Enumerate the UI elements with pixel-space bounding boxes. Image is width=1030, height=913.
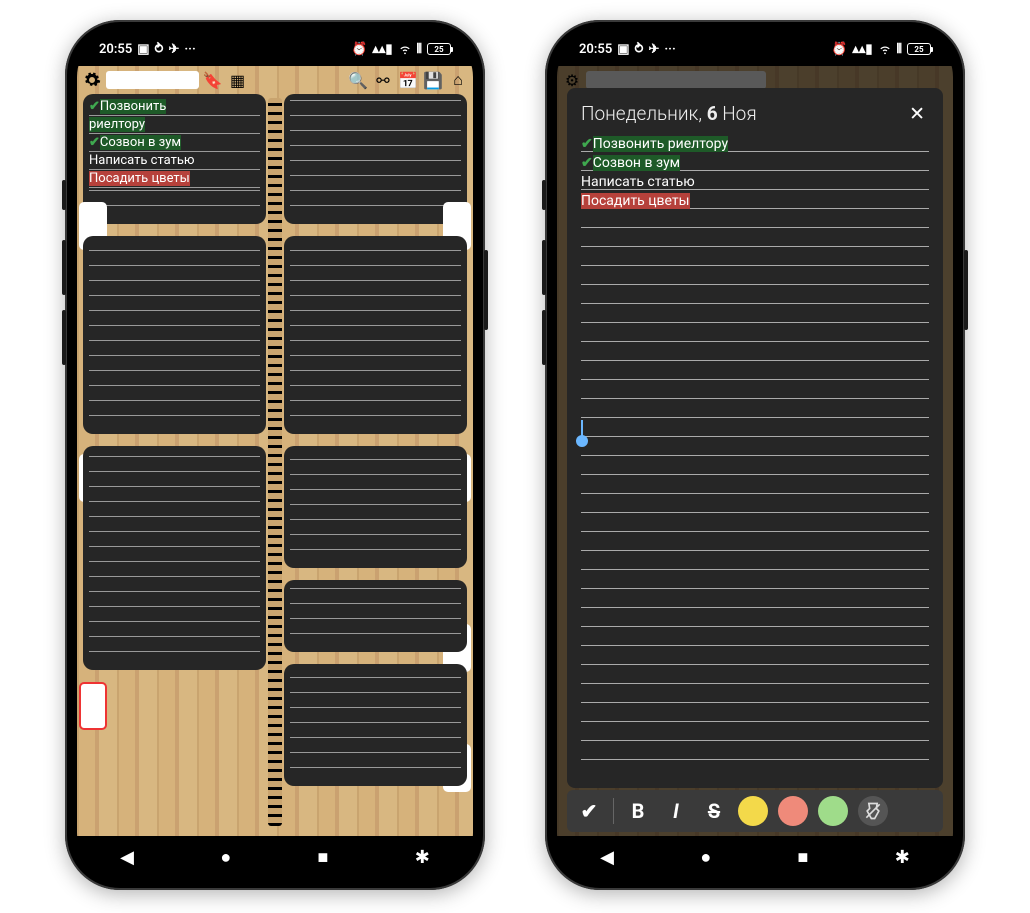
status-icon-sync: ⥁ (155, 42, 164, 57)
text-cursor (581, 420, 583, 439)
wifi-icon (878, 42, 892, 56)
app-toolbar: 🔖 ▦ 🔍 ⚯ 📅 💾 ⌂ (77, 66, 473, 94)
task-row[interactable]: Посадить цветы (89, 170, 260, 188)
vibrate-icon: ⫴ (897, 42, 902, 57)
task-row[interactable]: Посадить цветы (581, 192, 929, 211)
bookmark-icon[interactable]: 🔖 (202, 69, 224, 91)
status-icon-sync: ⥁ (635, 42, 644, 57)
task-row[interactable]: ✔Позвонить (89, 98, 260, 116)
right-column (284, 94, 467, 830)
left-column: ✔Позвонить риелтору ✔Созвон в зум Написа… (83, 94, 266, 830)
nav-accessibility[interactable]: ✱ (895, 847, 910, 868)
nav-home[interactable]: ● (700, 847, 711, 868)
battery-indicator: 25 (907, 43, 931, 55)
week-pages: ✔Позвонить риелтору ✔Созвон в зум Написа… (77, 94, 473, 836)
save-icon[interactable]: 💾 (422, 69, 444, 91)
phone-right: 20:55 ▣ ⥁ ✈ ··· ⏰ ▴▴▮ ⫴ 25 ⚙ Понедельник… (545, 20, 965, 890)
planner-week-view: 🔖 ▦ 🔍 ⚯ 📅 💾 ⌂ ✔Позвонить риелтору ✔Созво… (77, 66, 473, 836)
search-icon[interactable]: 🔍 (347, 69, 369, 91)
android-navbar: ◀ ● ■ ✱ (557, 836, 953, 878)
day-card[interactable] (284, 94, 467, 224)
nav-recent[interactable]: ■ (798, 847, 809, 868)
battery-indicator: 25 (427, 43, 451, 55)
nav-back[interactable]: ◀ (600, 847, 614, 868)
strike-button[interactable]: S (700, 799, 728, 823)
home-icon[interactable]: ⌂ (447, 69, 469, 91)
nav-back[interactable]: ◀ (120, 847, 134, 868)
status-time: 20:55 (579, 42, 612, 57)
day-editor-panel: Понедельник, 6 Ноя ✕ ✔Позвонить риелтору… (567, 88, 943, 788)
notebook-spine (268, 98, 282, 826)
settings-icon[interactable] (81, 69, 103, 91)
status-icon-send: ✈ (648, 42, 659, 57)
task-row[interactable]: Написать статью (581, 173, 929, 192)
nav-home[interactable]: ● (220, 847, 231, 868)
status-icon-more: ··· (664, 42, 675, 57)
nav-recent[interactable]: ■ (318, 847, 329, 868)
checkmark-icon: ✔ (89, 99, 100, 114)
italic-button[interactable]: I (662, 799, 690, 823)
editor-header: Понедельник, 6 Ноя ✕ (581, 98, 929, 129)
signal-icon: ▴▴▮ (372, 42, 392, 57)
clear-highlight-icon[interactable] (858, 796, 888, 826)
day-card[interactable] (284, 664, 467, 786)
close-icon[interactable]: ✕ (905, 98, 929, 129)
vibrate-icon: ⫴ (417, 42, 422, 57)
status-icon-app: ▣ (137, 42, 149, 57)
day-card[interactable] (83, 446, 266, 670)
calendar-icon[interactable]: 📅 (397, 69, 419, 91)
highlight-green[interactable] (818, 796, 848, 826)
link-icon[interactable]: ⚯ (372, 69, 394, 91)
bold-button[interactable]: B (624, 799, 652, 823)
nav-accessibility[interactable]: ✱ (415, 847, 430, 868)
wifi-icon (398, 42, 412, 56)
status-icon-more: ··· (184, 42, 195, 57)
task-row[interactable]: ✔Созвон в зум (581, 154, 929, 173)
format-toolbar: ✔ B I S (567, 790, 943, 832)
day-tab-current[interactable] (79, 682, 107, 730)
day-card[interactable] (83, 236, 266, 434)
day-card[interactable] (284, 580, 467, 652)
task-row[interactable]: Написать статью (89, 152, 260, 170)
template-icon[interactable]: ▦ (227, 69, 249, 91)
search-field[interactable] (106, 71, 199, 89)
phone-left: 20:55 ▣ ⥁ ✈ ··· ⏰ ▴▴▮ ⫴ 25 🔖 ▦ 🔍 (65, 20, 485, 890)
status-icon-send: ✈ (168, 42, 179, 57)
android-navbar: ◀ ● ■ ✱ (77, 836, 473, 878)
task-row[interactable]: риелтору (89, 116, 260, 134)
highlight-red[interactable] (778, 796, 808, 826)
task-row[interactable]: ✔Позвонить риелтору (581, 135, 929, 154)
day-card[interactable] (284, 236, 467, 434)
status-icon-app: ▣ (617, 42, 629, 57)
done-check-button[interactable]: ✔ (575, 799, 603, 823)
day-card[interactable] (284, 446, 467, 568)
checkmark-icon: ✔ (581, 136, 593, 152)
highlight-yellow[interactable] (738, 796, 768, 826)
checkmark-icon: ✔ (89, 135, 100, 150)
editor-title: Понедельник, 6 Ноя (581, 102, 757, 125)
status-time: 20:55 (99, 42, 132, 57)
editor-body[interactable]: ✔Позвонить риелтору ✔Созвон в зум Написа… (581, 135, 929, 778)
task-row[interactable]: ✔Созвон в зум (89, 134, 260, 152)
signal-icon: ▴▴▮ (852, 42, 872, 57)
day-card-mon[interactable]: ✔Позвонить риелтору ✔Созвон в зум Написа… (83, 94, 266, 224)
checkmark-icon: ✔ (581, 155, 593, 171)
